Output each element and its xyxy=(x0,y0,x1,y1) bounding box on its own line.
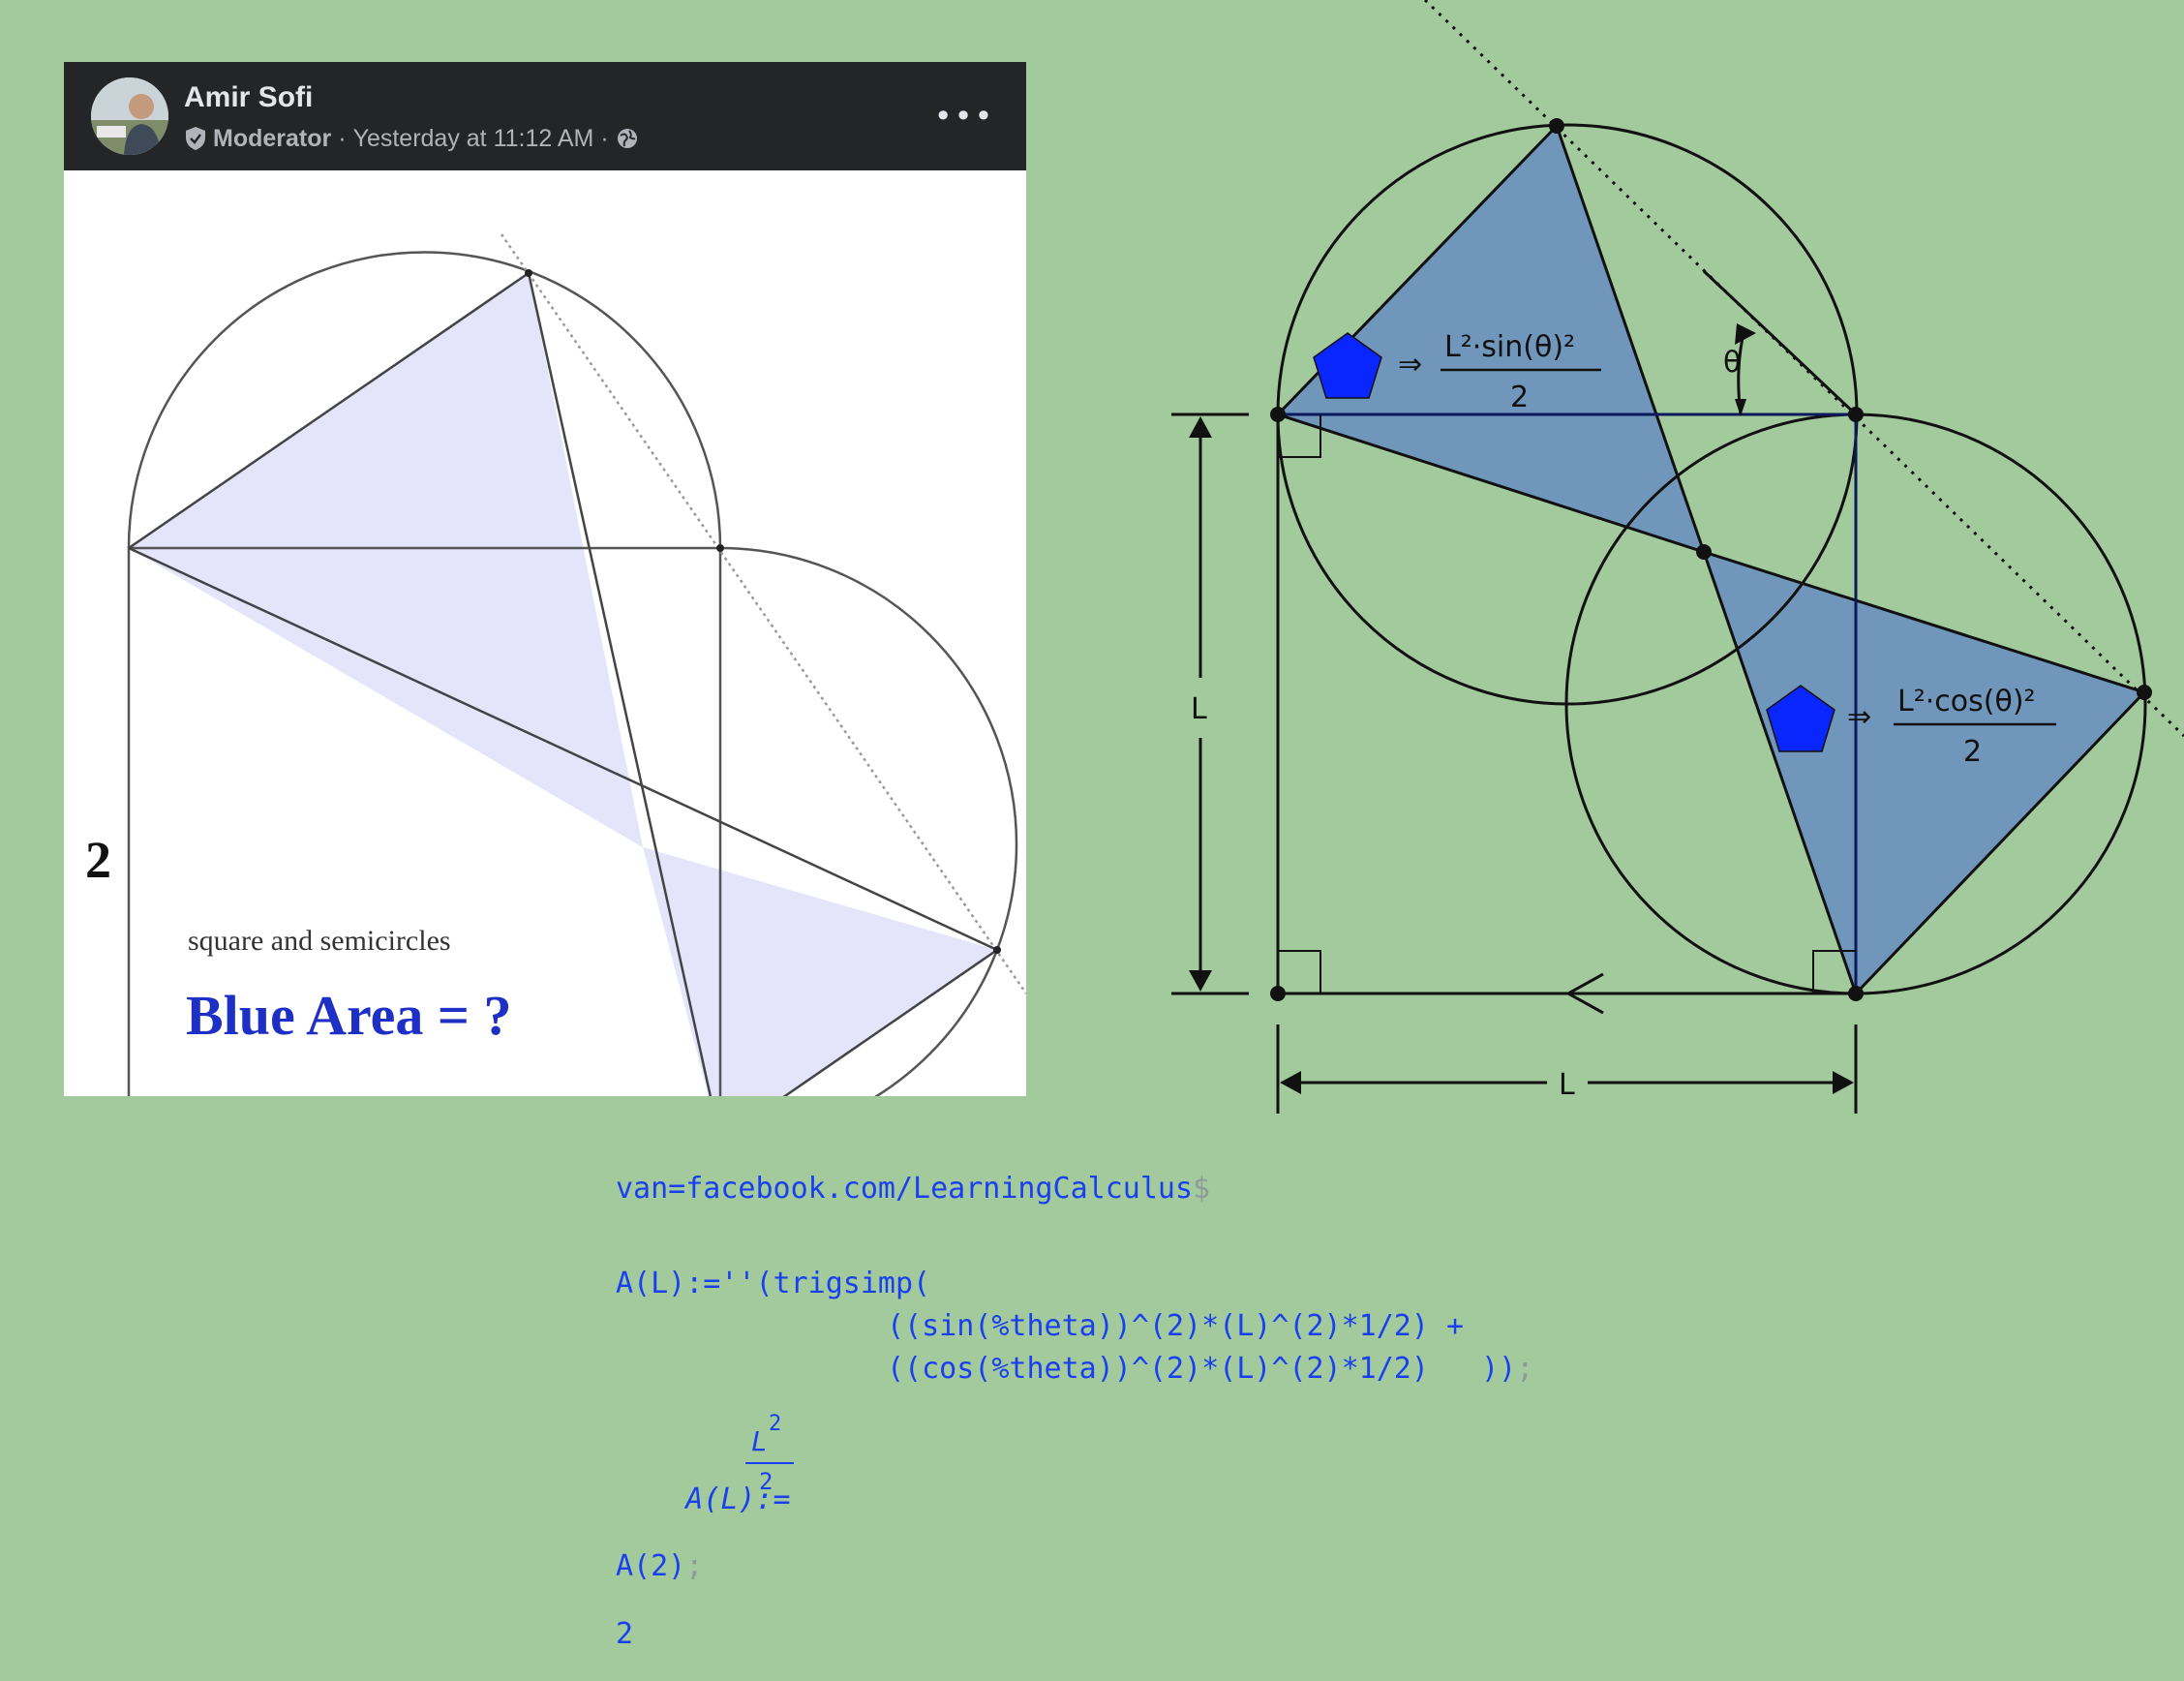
question-text: Blue Area = ? xyxy=(186,984,511,1047)
upper-blue-triangle xyxy=(129,273,643,847)
point xyxy=(1848,986,1864,1001)
lower-triangle xyxy=(1701,549,2147,996)
result-lhs: A(L):= xyxy=(685,1482,791,1516)
role-label: Moderator xyxy=(213,124,332,152)
angle-construction xyxy=(1702,269,1858,416)
top-formula-numerator: L²·sin(θ)² xyxy=(1444,330,1575,364)
dimension-arrow xyxy=(1189,970,1212,992)
more-icon: ••• xyxy=(933,98,995,135)
implies-symbol: ⇒ xyxy=(1847,700,1871,734)
code-terminator: $ xyxy=(1193,1172,1211,1206)
result-exponent: 2 xyxy=(769,1412,782,1436)
result-numerator: L xyxy=(751,1425,768,1457)
side-label: 2 xyxy=(85,831,111,889)
more-options-button[interactable]: ••• xyxy=(934,97,993,136)
maxima-code: van=facebook.com/LearningCalculus$ A(L):… xyxy=(616,1172,1584,1675)
code-line: A(L):=''(trigsimp( xyxy=(616,1267,931,1300)
shield-icon xyxy=(186,127,205,150)
bottom-formula-numerator: L²·cos(θ)² xyxy=(1897,685,2036,718)
point xyxy=(1270,407,1286,422)
horizontal-dimension-label: L xyxy=(1559,1068,1575,1102)
code-line: van=facebook.com/LearningCalculus$ xyxy=(616,1172,1210,1206)
code-line: ((cos(%theta))^(2)*(L)^(2)*1/2) )); xyxy=(887,1352,1533,1386)
point xyxy=(716,544,724,552)
code-terminator: ; xyxy=(1516,1352,1534,1386)
avatar[interactable] xyxy=(91,77,168,155)
angle-label: θ xyxy=(1723,346,1741,380)
angle-arrow xyxy=(1735,323,1756,345)
point xyxy=(1549,118,1564,134)
point xyxy=(1270,986,1286,1001)
implies-symbol: ⇒ xyxy=(1398,348,1422,382)
post-figure: 2 square and semicircles Blue Area = ? xyxy=(85,233,1026,1096)
code-text: ((cos(%theta))^(2)*(L)^(2)*1/2) )) xyxy=(887,1352,1517,1386)
dimension-arrow xyxy=(1280,1071,1301,1094)
point xyxy=(993,946,1001,954)
dimension-arrow xyxy=(1189,416,1212,438)
point xyxy=(525,269,532,277)
dimension-arrow xyxy=(1833,1071,1854,1094)
result-fraction-bar xyxy=(745,1462,794,1464)
figure-caption: square and semicircles xyxy=(188,925,451,957)
lower-blue-triangle xyxy=(643,847,997,1096)
author-name[interactable]: Amir Sofi xyxy=(184,81,313,114)
facebook-post: Amir Sofi Moderator · Yesterday at 11:12… xyxy=(64,62,1026,1096)
result-denominator: 2 xyxy=(759,1468,774,1495)
point xyxy=(1848,407,1864,422)
output-line: 2 xyxy=(616,1617,634,1651)
timestamp[interactable]: Yesterday at 11:12 AM xyxy=(353,125,594,153)
right-angle-mark xyxy=(1278,950,1321,993)
code-line: A(2); xyxy=(616,1549,703,1583)
bottom-formula-denominator: 2 xyxy=(1963,735,1982,769)
point xyxy=(2137,685,2152,700)
top-formula-denominator: 2 xyxy=(1510,381,1529,414)
vertical-dimension-label: L xyxy=(1191,692,1207,726)
code-terminator: ; xyxy=(685,1549,704,1583)
code-text: van=facebook.com/LearningCalculus xyxy=(616,1172,1194,1206)
code-line: ((sin(%theta))^(2)*(L)^(2)*1/2) + xyxy=(887,1309,1465,1343)
post-header: Amir Sofi Moderator · Yesterday at 11:12… xyxy=(64,62,1026,170)
globe-icon[interactable] xyxy=(616,127,639,150)
meta-separator: · xyxy=(600,124,609,152)
post-meta: Moderator · Yesterday at 11:12 AM · xyxy=(184,122,639,155)
meta-separator: · xyxy=(338,124,347,152)
solution-diagram: θ ⇒ L²·sin(θ)² 2 ⇒ L²·cos(θ)² 2 L L xyxy=(1171,0,2184,1114)
point xyxy=(1696,544,1712,560)
code-text: A(2) xyxy=(616,1549,686,1583)
